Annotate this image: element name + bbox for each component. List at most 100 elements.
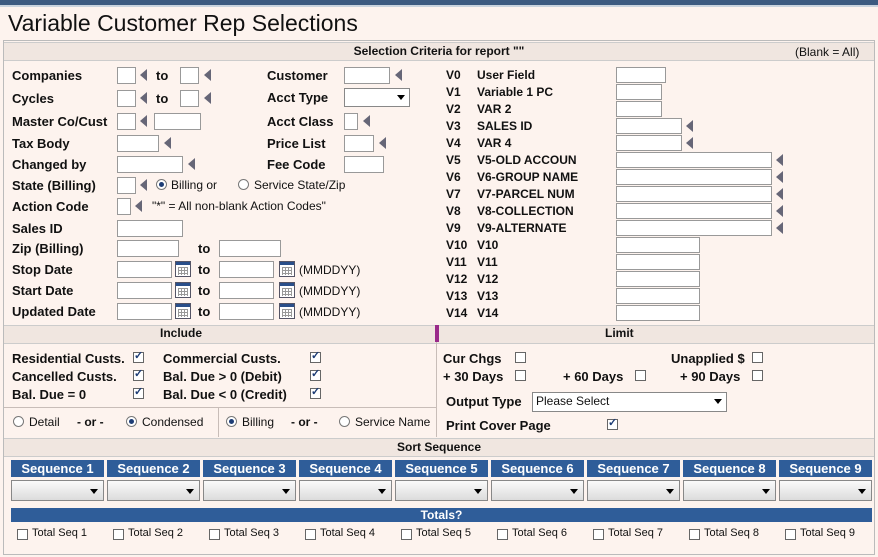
sequence-select[interactable] xyxy=(395,480,488,501)
billing-state-radio[interactable] xyxy=(156,179,167,190)
zip-from-input[interactable] xyxy=(117,240,179,257)
vfield-input[interactable] xyxy=(616,101,662,117)
vfield-input[interactable] xyxy=(616,67,666,83)
zip-to-input[interactable] xyxy=(219,240,281,257)
acct-type-select[interactable] xyxy=(344,88,410,107)
bal-debit-checkbox[interactable] xyxy=(310,367,321,381)
service-name-radio[interactable] xyxy=(339,416,350,427)
customer-lookup-icon[interactable] xyxy=(395,69,402,81)
bal-zero-checkbox[interactable] xyxy=(133,385,144,399)
vfield-input[interactable] xyxy=(616,237,700,253)
bal-credit-checkbox[interactable] xyxy=(310,385,321,399)
vfield-input[interactable] xyxy=(616,152,772,168)
total-seq-checkbox[interactable] xyxy=(17,529,28,540)
vfield-input[interactable] xyxy=(616,169,772,185)
vfield-lookup-icon[interactable] xyxy=(776,188,783,200)
vfield-input[interactable] xyxy=(616,220,772,236)
vfield-input[interactable] xyxy=(616,271,700,287)
vfield-lookup-icon[interactable] xyxy=(776,222,783,234)
days-30-checkbox[interactable] xyxy=(515,370,526,381)
commercial-checkbox[interactable] xyxy=(310,349,321,363)
vfield-lookup-icon[interactable] xyxy=(686,120,693,132)
stop-date-to-input[interactable] xyxy=(219,261,274,278)
calendar-icon[interactable] xyxy=(279,282,295,298)
total-seq-checkbox[interactable] xyxy=(305,529,316,540)
calendar-icon[interactable] xyxy=(279,303,295,319)
start-date-from-input[interactable] xyxy=(117,282,172,299)
cur-chgs-checkbox[interactable] xyxy=(515,352,526,363)
output-type-select[interactable]: Please Select xyxy=(532,392,727,412)
calendar-icon[interactable] xyxy=(175,303,191,319)
sequence-select[interactable] xyxy=(491,480,584,501)
master-cust-input[interactable] xyxy=(154,113,201,130)
price-list-lookup-icon[interactable] xyxy=(379,137,386,149)
sequence-select[interactable] xyxy=(683,480,776,501)
service-state-zip-radio[interactable] xyxy=(238,179,249,190)
state-input[interactable] xyxy=(117,177,136,194)
vfield-input[interactable] xyxy=(616,186,772,202)
cycles-from-input[interactable] xyxy=(117,90,136,107)
vfield-lookup-icon[interactable] xyxy=(776,171,783,183)
vfield-input[interactable] xyxy=(616,305,700,321)
companies-from-lookup-icon[interactable] xyxy=(140,69,147,81)
total-seq-checkbox[interactable] xyxy=(785,529,796,540)
acct-class-input[interactable] xyxy=(344,113,358,130)
cycles-from-lookup-icon[interactable] xyxy=(140,92,147,104)
master-co-lookup-icon[interactable] xyxy=(140,115,147,127)
vfield-lookup-icon[interactable] xyxy=(776,154,783,166)
master-co-input[interactable] xyxy=(117,113,136,130)
vfield-lookup-icon[interactable] xyxy=(776,205,783,217)
total-seq-checkbox[interactable] xyxy=(689,529,700,540)
state-lookup-icon[interactable] xyxy=(140,179,147,191)
calendar-icon[interactable] xyxy=(175,282,191,298)
start-date-to-input[interactable] xyxy=(219,282,274,299)
fee-code-input[interactable] xyxy=(344,156,384,173)
days-60-checkbox[interactable] xyxy=(635,370,646,381)
cycles-to-input[interactable] xyxy=(180,90,199,107)
unapplied-checkbox[interactable] xyxy=(752,352,763,363)
sales-id-input[interactable] xyxy=(117,220,183,237)
total-seq-checkbox[interactable] xyxy=(209,529,220,540)
total-seq-checkbox[interactable] xyxy=(593,529,604,540)
days-90-checkbox[interactable] xyxy=(752,370,763,381)
vfield-input[interactable] xyxy=(616,118,682,134)
vfield-lookup-icon[interactable] xyxy=(686,137,693,149)
tax-body-input[interactable] xyxy=(117,135,159,152)
vfield-input[interactable] xyxy=(616,254,700,270)
condensed-radio[interactable] xyxy=(126,416,137,427)
total-seq-checkbox[interactable] xyxy=(497,529,508,540)
stop-date-from-input[interactable] xyxy=(117,261,172,278)
total-seq-checkbox[interactable] xyxy=(401,529,412,540)
tax-body-lookup-icon[interactable] xyxy=(164,137,171,149)
calendar-icon[interactable] xyxy=(279,261,295,277)
vfield-input[interactable] xyxy=(616,288,700,304)
sequence-select[interactable] xyxy=(299,480,392,501)
vfield-input[interactable] xyxy=(616,135,682,151)
updated-date-from-input[interactable] xyxy=(117,303,172,320)
cancelled-checkbox[interactable] xyxy=(133,367,144,381)
sequence-select[interactable] xyxy=(107,480,200,501)
print-cover-checkbox[interactable] xyxy=(607,416,618,430)
action-code-input[interactable] xyxy=(117,198,131,215)
total-seq-checkbox[interactable] xyxy=(113,529,124,540)
customer-input[interactable] xyxy=(344,67,390,84)
calendar-icon[interactable] xyxy=(175,261,191,277)
changed-by-input[interactable] xyxy=(117,156,183,173)
acct-class-lookup-icon[interactable] xyxy=(363,115,370,127)
updated-date-to-input[interactable] xyxy=(219,303,274,320)
billing-radio[interactable] xyxy=(226,416,237,427)
companies-to-input[interactable] xyxy=(180,67,199,84)
sequence-select[interactable] xyxy=(587,480,680,501)
companies-to-lookup-icon[interactable] xyxy=(204,69,211,81)
sequence-select[interactable] xyxy=(11,480,104,501)
vfield-input[interactable] xyxy=(616,203,772,219)
sequence-select[interactable] xyxy=(203,480,296,501)
vfield-input[interactable] xyxy=(616,84,662,100)
action-code-lookup-icon[interactable] xyxy=(135,200,142,212)
price-list-input[interactable] xyxy=(344,135,374,152)
sequence-select[interactable] xyxy=(779,480,872,501)
changed-by-lookup-icon[interactable] xyxy=(188,158,195,170)
residential-checkbox[interactable] xyxy=(133,349,144,363)
cycles-to-lookup-icon[interactable] xyxy=(204,92,211,104)
detail-radio[interactable] xyxy=(13,416,24,427)
